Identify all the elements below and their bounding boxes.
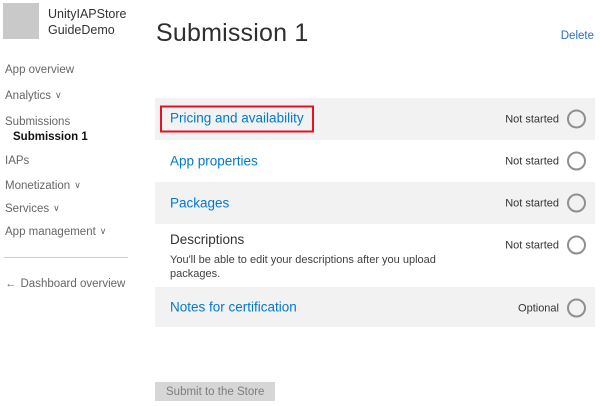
app-name-line1: UnityIAPStore <box>48 6 127 22</box>
sidebar-item-services[interactable]: Services ∨ <box>5 203 60 215</box>
row-status: Not started <box>505 236 586 255</box>
dashboard-overview-link[interactable]: ← Dashboard overview <box>5 278 125 290</box>
sidebar: UnityIAPStore GuideDemo App overview Ana… <box>0 0 150 406</box>
status-circle-icon <box>567 194 586 213</box>
sidebar-item-label: Submissions <box>5 116 70 128</box>
checklist-row-descriptions: Descriptions You'll be able to edit your… <box>155 224 595 287</box>
chevron-down-icon: ∨ <box>74 180 81 190</box>
sidebar-item-analytics[interactable]: Analytics ∨ <box>5 90 62 102</box>
sidebar-item-iaps[interactable]: IAPs <box>5 155 33 167</box>
status-label: Not started <box>505 113 559 125</box>
sidebar-item-label: App overview <box>5 64 74 76</box>
sidebar-item-label: Analytics <box>5 90 51 102</box>
delete-link[interactable]: Delete <box>561 30 594 42</box>
submission-page: UnityIAPStore GuideDemo App overview Ana… <box>0 0 600 406</box>
chevron-down-icon: ∨ <box>55 90 62 100</box>
status-label: Not started <box>505 155 559 167</box>
sidebar-item-app-management[interactable]: App management ∨ <box>5 226 106 238</box>
sidebar-item-label: Services <box>5 203 49 215</box>
status-label: Optional <box>518 302 559 314</box>
row-status: Not started <box>505 194 586 213</box>
packages-link[interactable]: Packages <box>170 196 229 211</box>
sidebar-item-label: App management <box>5 226 96 238</box>
submission-checklist: Pricing and availability Not started App… <box>155 98 595 327</box>
status-circle-icon <box>567 299 586 318</box>
sidebar-divider <box>4 257 128 258</box>
descriptions-note: You'll be able to edit your descriptions… <box>170 254 440 281</box>
checklist-row-packages: Packages Not started <box>155 182 595 224</box>
status-circle-icon <box>567 110 586 129</box>
checklist-row-app-properties: App properties Not started <box>155 140 595 182</box>
sidebar-item-monetization[interactable]: Monetization ∨ <box>5 180 81 192</box>
page-title: Submission 1 <box>156 19 308 48</box>
sidebar-item-submission-1[interactable]: Submission 1 <box>13 131 92 143</box>
checklist-row-notes-for-certification: Notes for certification Optional <box>155 287 595 327</box>
chevron-down-icon: ∨ <box>100 226 107 236</box>
status-circle-icon <box>567 236 586 255</box>
sidebar-item-submissions[interactable]: Submissions <box>5 116 74 128</box>
descriptions-label: Descriptions <box>170 232 244 247</box>
app-icon <box>3 3 39 39</box>
sidebar-item-label: Monetization <box>5 180 70 192</box>
app-name: UnityIAPStore GuideDemo <box>48 6 127 38</box>
row-status: Not started <box>505 152 586 171</box>
notes-for-certification-link[interactable]: Notes for certification <box>170 300 297 315</box>
app-name-line2: GuideDemo <box>48 22 127 38</box>
status-label: Not started <box>505 197 559 209</box>
sidebar-item-label: Submission 1 <box>13 131 88 143</box>
app-properties-link[interactable]: App properties <box>170 154 258 169</box>
status-label: Not started <box>505 239 559 251</box>
status-circle-icon <box>567 152 586 171</box>
back-arrow-icon: ← <box>5 278 17 290</box>
back-link-label: Dashboard overview <box>21 278 126 290</box>
chevron-down-icon: ∨ <box>53 203 60 213</box>
main-content: Submission 1 Delete Pricing and availabi… <box>155 0 595 406</box>
row-status: Optional <box>518 299 586 318</box>
sidebar-item-label: IAPs <box>5 155 29 167</box>
checklist-row-pricing: Pricing and availability Not started <box>155 98 595 140</box>
submit-to-store-button[interactable]: Submit to the Store <box>155 382 275 401</box>
pricing-and-availability-link[interactable]: Pricing and availability <box>160 106 314 133</box>
row-status: Not started <box>505 110 586 129</box>
sidebar-item-app-overview[interactable]: App overview <box>5 64 78 76</box>
